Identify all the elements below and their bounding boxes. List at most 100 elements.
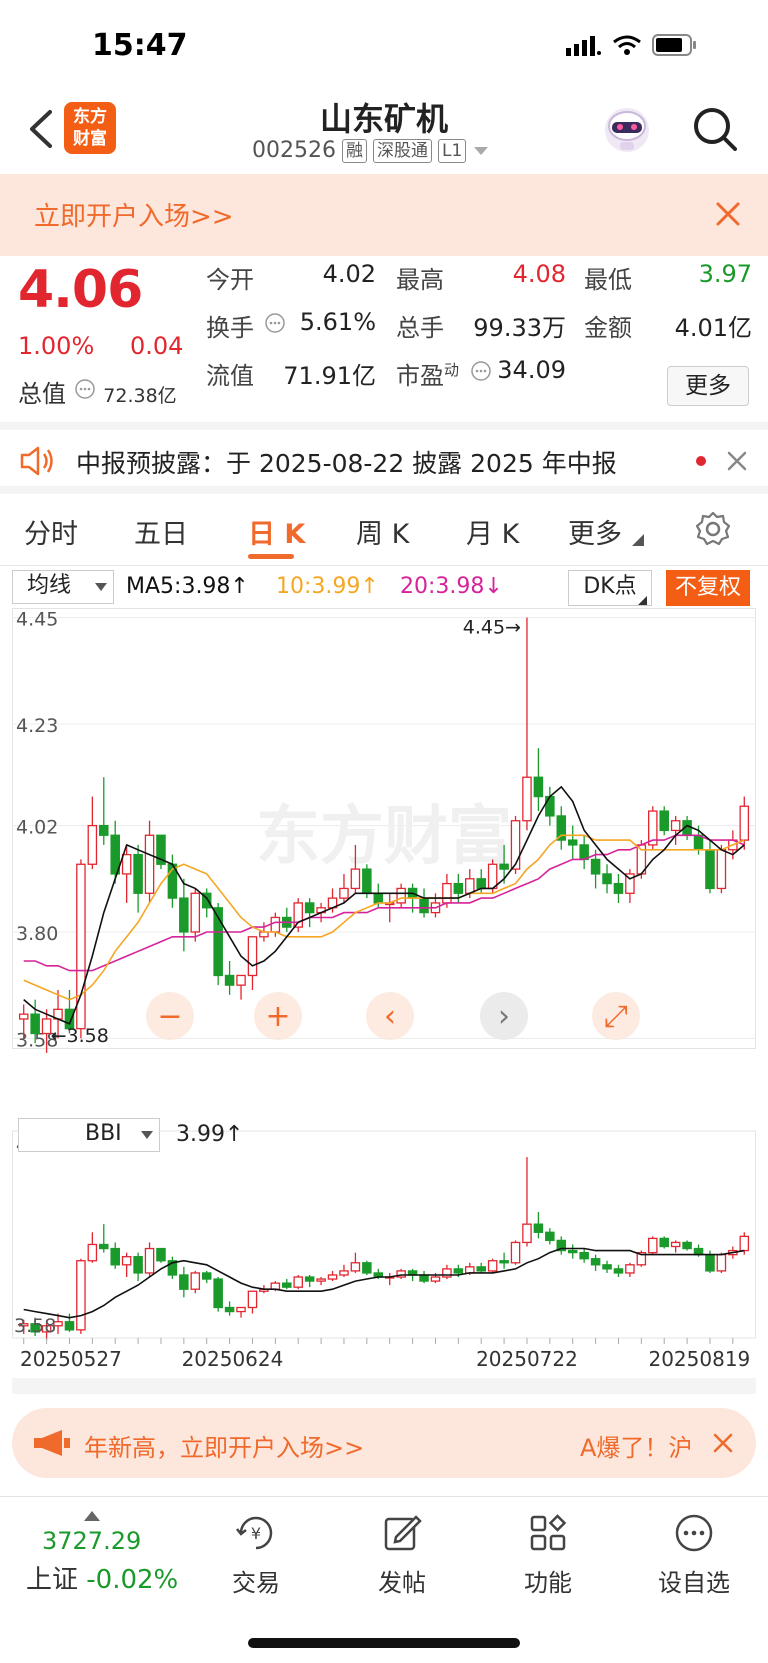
bbi-candle [64, 1321, 75, 1331]
bbi-candle [156, 1247, 166, 1262]
close-icon[interactable] [726, 450, 748, 472]
total-value-amount: 72.38亿 [103, 385, 177, 407]
tab-five-day[interactable]: 五日 [134, 512, 188, 551]
open-account-banner[interactable]: 立即开户入场>> [0, 174, 768, 256]
scrolling-ticker[interactable]: 年新高，立即开户入场>> A爆了！沪 [12, 1408, 756, 1478]
nav-post[interactable]: 发帖 [352, 1513, 452, 1598]
megaphone-icon [34, 1430, 70, 1456]
bbi-line [23, 1247, 745, 1319]
volume-value: 99.33万 [473, 314, 566, 342]
bbi-candle [693, 1247, 704, 1256]
ma-select[interactable]: 均线 [12, 570, 114, 604]
main-candle [476, 878, 486, 890]
main-candle [613, 882, 624, 894]
close-icon[interactable] [710, 196, 746, 232]
main-candle [442, 882, 452, 904]
stock-code: 002526 [252, 138, 336, 163]
bbi-candle [476, 1266, 486, 1272]
tab-intraday[interactable]: 分时 [24, 512, 78, 551]
watermark: 东方财富 [256, 800, 512, 874]
tab-weekly-k[interactable]: 周 K [356, 512, 409, 551]
ma10-value: 10:3.99↑ [276, 574, 379, 599]
index-summary[interactable]: 上证 -0.02% [26, 1559, 178, 1596]
tab-monthly-k[interactable]: 月 K [466, 512, 519, 551]
bbi-candle [510, 1241, 521, 1264]
stock-header: 东方 财富 山东矿机 002526 融 深股通 L1 [0, 90, 768, 174]
status-icons [566, 34, 698, 56]
info-icon[interactable] [74, 378, 96, 400]
assistant-robot-icon[interactable] [600, 102, 654, 156]
tab-daily-k[interactable]: 日 K [248, 512, 305, 551]
next-button[interactable]: › [480, 992, 528, 1040]
bbi-candle [705, 1253, 715, 1272]
main-candle [567, 839, 578, 846]
nav-function[interactable]: 功能 [498, 1513, 598, 1598]
dropdown-icon [141, 1131, 153, 1139]
y-tick-label: 3.80 [16, 923, 58, 945]
info-icon[interactable] [470, 360, 492, 382]
candlestick-chart[interactable]: 4.454.234.023.803.58东方财富4.45→←3.58−+›⤢‹4… [12, 608, 756, 1398]
bbi-candle [567, 1249, 578, 1254]
info-icon[interactable] [264, 312, 286, 334]
bbi-candle [430, 1276, 441, 1282]
bbi-candle [648, 1237, 658, 1254]
tag-connect: 深股通 [372, 138, 432, 163]
home-indicator[interactable] [248, 1638, 520, 1648]
bbi-candle [236, 1306, 246, 1313]
close-icon[interactable] [712, 1432, 734, 1454]
bbi-candle [602, 1264, 612, 1270]
bbi-candle [487, 1260, 498, 1272]
x-tick-label: 20250722 [476, 1347, 578, 1371]
bbi-candle [362, 1262, 372, 1274]
main-candle [556, 815, 567, 841]
amount-label: 金额 [584, 314, 632, 342]
bbi-select[interactable]: BBI [18, 1118, 160, 1152]
nav-function-label: 功能 [524, 1569, 572, 1597]
main-candle [419, 897, 429, 914]
fullscreen-button[interactable]: ⤢ [592, 992, 640, 1040]
bbi-candle [201, 1272, 212, 1280]
zoom-in-button[interactable]: + [254, 992, 302, 1040]
x-tick-label: 20250819 [648, 1347, 750, 1371]
main-candle [705, 849, 715, 890]
bbi-candle [270, 1282, 281, 1290]
zoom-out-button[interactable]: − [146, 992, 194, 1040]
bbi-value: 3.99↑ [176, 1122, 244, 1147]
caret-up-icon [84, 1511, 100, 1521]
tab-more[interactable]: 更多 [568, 512, 622, 551]
index-change: -0.02% [86, 1565, 179, 1595]
main-candle [545, 795, 555, 817]
no-adjust-button[interactable]: 不复权 [666, 570, 750, 606]
more-button[interactable]: 更多 [667, 366, 749, 406]
high-value: 4.08 [512, 260, 566, 288]
prev-button[interactable]: ‹ [366, 992, 414, 1040]
nav-trade[interactable]: ¥ 交易 [206, 1513, 306, 1598]
main-candle [224, 974, 235, 986]
dropdown-icon[interactable] [472, 145, 490, 157]
speaker-icon [20, 446, 53, 476]
current-price: 4.06 [18, 260, 143, 320]
y-tick-label: 4.45 [16, 609, 58, 631]
gear-icon[interactable] [694, 510, 732, 548]
bbi-bottom-label: 3.58 [14, 1315, 56, 1337]
bbi-candle [224, 1306, 235, 1313]
nav-add-watchlist-label: 设自选 [658, 1569, 730, 1597]
bbi-candle [739, 1235, 750, 1252]
search-icon[interactable] [690, 104, 740, 154]
stock-meta: 002526 融 深股通 L1 [252, 138, 490, 163]
wifi-icon [613, 35, 641, 55]
bbi-candle [659, 1237, 669, 1248]
nav-add-watchlist[interactable]: 设自选 [644, 1513, 744, 1598]
period-tabs: 分时 五日 日 K 周 K 月 K 更多 [0, 494, 768, 566]
main-candle [602, 873, 612, 885]
fullscreen-button-glyph: ⤢ [604, 999, 628, 1034]
index-value[interactable]: 3727.29 [42, 1527, 141, 1555]
main-candle [396, 887, 406, 904]
bbi-candle [133, 1256, 143, 1274]
promo-text: 立即开户入场>> [34, 202, 234, 232]
main-candle [41, 1018, 52, 1035]
report-notice[interactable]: 中报预披露：于 2025-08-22 披露 2025 年中报 [0, 422, 768, 494]
unread-dot [696, 456, 706, 466]
bbi-candle [613, 1268, 624, 1274]
bbi-candle [190, 1272, 201, 1290]
